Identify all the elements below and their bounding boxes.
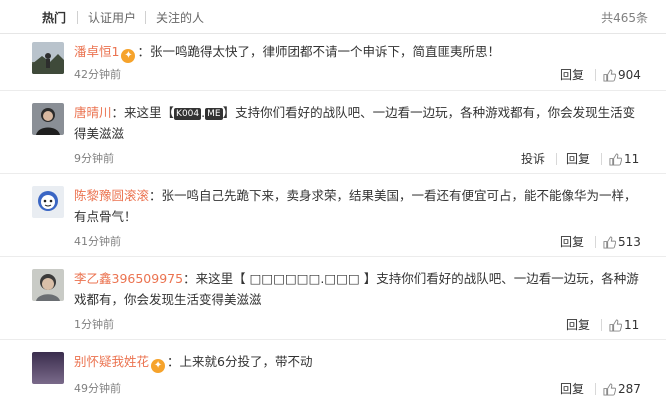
comment-time: 42分钟前 bbox=[74, 68, 121, 81]
tab-divider bbox=[77, 11, 78, 24]
comment-tabs: 热门 认证用户 关注的人 共465条 bbox=[0, 0, 666, 34]
avatar[interactable] bbox=[32, 352, 64, 384]
reply-button[interactable]: 回复 bbox=[560, 68, 584, 82]
action-divider bbox=[595, 69, 596, 81]
action-divider bbox=[601, 153, 602, 165]
username-link[interactable]: 唐晴川 bbox=[74, 105, 112, 120]
text-badge: ME bbox=[205, 108, 223, 120]
comment-item: 李乙鑫396509975：来这里【 □□□□□□.□□□ 】支持你们看好的战队吧… bbox=[0, 257, 666, 340]
like-button[interactable]: 513 bbox=[603, 235, 641, 249]
comment-content: 陈黎豫圆滚滚：张一鸣自己先跪下来，卖身求荣，结果美国，一看还有便宜可占，能不能像… bbox=[74, 188, 637, 224]
like-button[interactable]: 11 bbox=[609, 318, 639, 332]
like-button[interactable]: 287 bbox=[603, 382, 641, 396]
reply-button[interactable]: 回复 bbox=[566, 318, 590, 332]
text-badge: K004 bbox=[174, 108, 202, 120]
tab-verified[interactable]: 认证用户 bbox=[88, 10, 136, 26]
like-count: 513 bbox=[618, 235, 641, 249]
like-button[interactable]: 11 bbox=[609, 152, 639, 166]
reply-button[interactable]: 回复 bbox=[560, 382, 584, 396]
comment-text: 上来就6分投了，带不动 bbox=[179, 354, 313, 369]
like-count: 287 bbox=[618, 382, 641, 396]
thumbs-up-icon bbox=[603, 383, 617, 396]
comment-content: 李乙鑫396509975：来这里【 □□□□□□.□□□ 】支持你们看好的战队吧… bbox=[74, 271, 639, 307]
comment-count: 共465条 bbox=[601, 11, 648, 25]
like-count: 904 bbox=[618, 68, 641, 82]
comment-item: 潘卓恒1 ✦ ：张一鸣跪得太快了，律师团都不请一个申诉下，简直匪夷所思！ 42分钟前… bbox=[0, 34, 666, 91]
comment-time: 41分钟前 bbox=[74, 235, 121, 248]
like-count: 11 bbox=[624, 152, 640, 166]
avatar[interactable] bbox=[32, 42, 64, 74]
username-link[interactable]: 潘卓恒1 bbox=[74, 44, 119, 59]
tab-divider bbox=[145, 11, 146, 24]
action-divider bbox=[595, 236, 596, 248]
tab-hot[interactable]: 热门 bbox=[42, 10, 66, 26]
action-divider bbox=[556, 153, 557, 165]
comment-content: 别怀疑我姓花 ✦ ：上来就6分投了，带不动 bbox=[74, 354, 313, 373]
avatar[interactable] bbox=[32, 103, 64, 135]
reply-button[interactable]: 回复 bbox=[566, 152, 590, 166]
username-link[interactable]: 别怀疑我姓花 bbox=[74, 354, 149, 369]
thumbs-up-icon bbox=[603, 69, 617, 82]
comment-text: 张一鸣跪得太快了，律师团都不请一个申诉下，简直匪夷所思！ bbox=[149, 44, 500, 59]
like-button[interactable]: 904 bbox=[603, 68, 641, 82]
comment-time: 49分钟前 bbox=[74, 382, 121, 395]
comment-time: 9分钟前 bbox=[74, 152, 114, 165]
thumbs-up-icon bbox=[609, 319, 623, 332]
action-divider bbox=[595, 383, 596, 395]
avatar[interactable] bbox=[32, 186, 64, 218]
comment-content: 唐晴川：来这里【 K004. ME 】支持你们看好的战队吧、一边看一边玩，各种游戏都有… bbox=[74, 105, 636, 141]
comment-content: 潘卓恒1 ✦ ：张一鸣跪得太快了，律师团都不请一个申诉下，简直匪夷所思！ bbox=[74, 44, 500, 63]
verified-badge-icon: ✦ bbox=[121, 49, 136, 63]
thumbs-up-icon bbox=[603, 236, 617, 249]
comment-time: 1分钟前 bbox=[74, 318, 114, 331]
username-link[interactable]: 陈黎豫圆滚滚 bbox=[74, 188, 149, 203]
thumbs-up-icon bbox=[609, 153, 623, 166]
like-count: 11 bbox=[624, 318, 640, 332]
comment-item: 陈黎豫圆滚滚：张一鸣自己先跪下来，卖身求荣，结果美国，一看还有便宜可占，能不能像… bbox=[0, 174, 666, 257]
avatar[interactable] bbox=[32, 269, 64, 301]
username-link[interactable]: 李乙鑫396509975 bbox=[74, 271, 183, 286]
comment-item: 唐晴川：来这里【 K004. ME 】支持你们看好的战队吧、一边看一边玩，各种游戏都有… bbox=[0, 91, 666, 174]
verified-badge-icon: ✦ bbox=[151, 359, 166, 373]
action-divider bbox=[601, 319, 602, 331]
report-button[interactable]: 投诉 bbox=[521, 152, 545, 166]
comment-item: 别怀疑我姓花 ✦ ：上来就6分投了，带不动 49分钟前 回复 287 bbox=[0, 340, 666, 404]
tab-following[interactable]: 关注的人 bbox=[156, 10, 204, 26]
reply-button[interactable]: 回复 bbox=[560, 235, 584, 249]
